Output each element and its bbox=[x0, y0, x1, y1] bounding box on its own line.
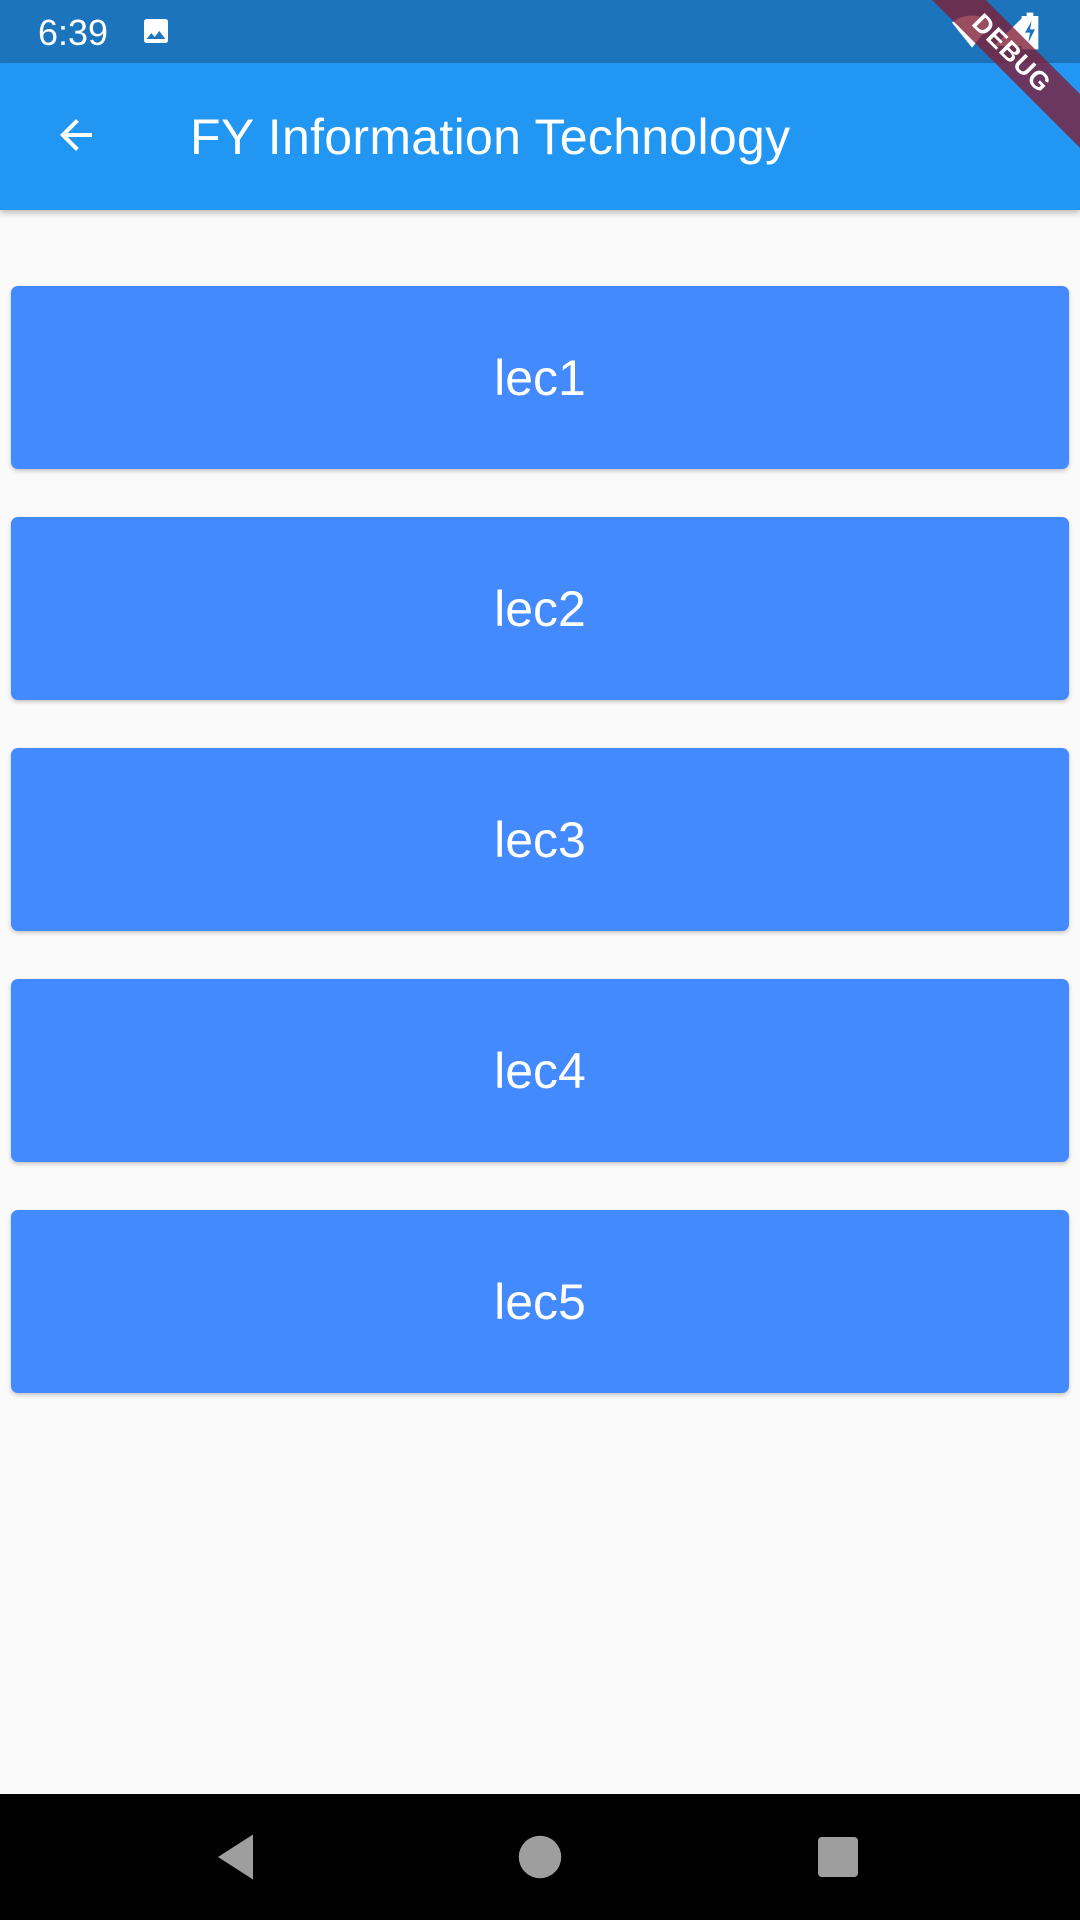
arrow-left-icon bbox=[52, 111, 100, 164]
wifi-icon bbox=[952, 14, 992, 53]
nav-back-icon[interactable] bbox=[208, 1827, 268, 1887]
navigation-bar bbox=[0, 1794, 1080, 1920]
status-bar: 6:39 bbox=[0, 0, 1080, 63]
back-button[interactable] bbox=[28, 89, 124, 185]
nav-recents-icon[interactable] bbox=[808, 1827, 868, 1887]
status-time: 6:39 bbox=[38, 12, 109, 53]
lec2-button[interactable]: lec2 bbox=[11, 517, 1069, 700]
lec5-button[interactable]: lec5 bbox=[11, 1210, 1069, 1393]
nav-home-icon[interactable] bbox=[510, 1827, 570, 1887]
battery-charging-icon bbox=[1020, 12, 1040, 55]
app-bar: FY Information Technology bbox=[0, 63, 1080, 210]
lec4-button[interactable]: lec4 bbox=[11, 979, 1069, 1162]
page-title: FY Information Technology bbox=[190, 109, 791, 165]
gallery-icon bbox=[140, 15, 172, 52]
lec1-button[interactable]: lec1 bbox=[11, 286, 1069, 469]
lec3-button[interactable]: lec3 bbox=[11, 748, 1069, 931]
